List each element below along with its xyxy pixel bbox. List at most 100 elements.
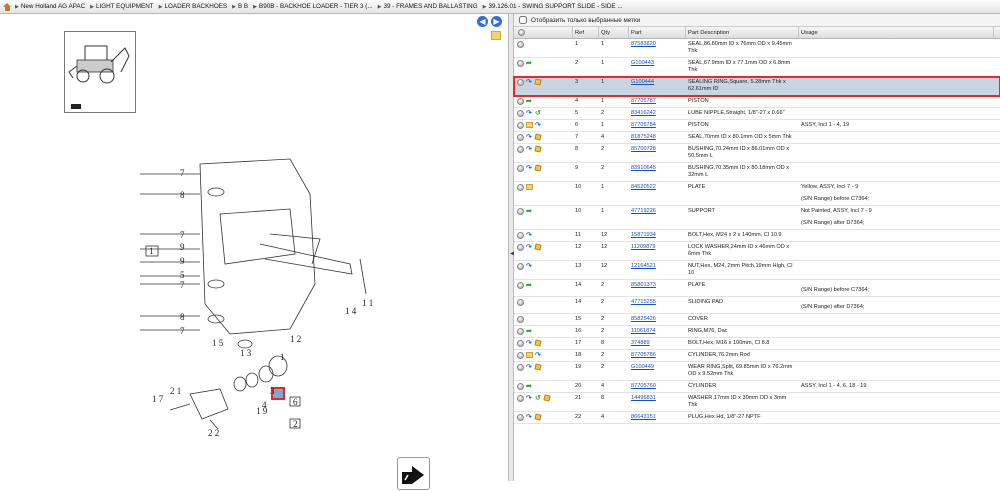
table-row[interactable]: ↷ 13 12 12164521 NUT,Hex, M24, 2mm Pitch,19m…: [514, 261, 1000, 280]
info-circle-icon[interactable]: [517, 395, 524, 402]
header-icons[interactable]: [514, 27, 573, 38]
table-row[interactable]: ↷ 22 4 86643151 PLUG,Hex Hd, 1/8"-27 NPTF: [514, 412, 1000, 424]
blue-arrow-icon[interactable]: ↷: [526, 165, 533, 172]
breadcrumb-item[interactable]: B90B - BACKHOE LOADER - TIER 3 (...: [259, 3, 373, 10]
part-cell[interactable]: 84520522: [629, 182, 686, 205]
table-row[interactable]: 15 2 85825426 COVER: [514, 314, 1000, 326]
blue-arrow-icon[interactable]: ↷: [526, 244, 533, 251]
package-icon[interactable]: [534, 164, 542, 172]
table-row[interactable]: ➦ 20 4 87705760 CYLINDER ASSY, Incl 1 - 4, 6,…: [514, 381, 1000, 393]
table-row[interactable]: ↷ 6 1 87705784 PISTON ASSY, Incl 1 - 4, 19: [514, 120, 1000, 132]
part-number-link[interactable]: 81875248: [631, 134, 656, 140]
part-number-link[interactable]: 85825426: [631, 316, 656, 322]
table-row[interactable]: ➦ 14 2 85801373 PLATE (S/N Range) before C736…: [514, 280, 1000, 297]
part-cell[interactable]: 374889: [629, 338, 686, 349]
info-circle-icon[interactable]: [517, 316, 524, 323]
green-arrow-icon[interactable]: ➦: [526, 328, 533, 335]
package-icon[interactable]: [534, 413, 542, 421]
info-circle-icon[interactable]: [517, 79, 524, 86]
blue-arrow-icon[interactable]: ↷: [526, 146, 533, 153]
part-cell[interactable]: 81875248: [629, 132, 686, 143]
package-icon[interactable]: [534, 145, 542, 153]
folder-icon[interactable]: [526, 352, 533, 358]
part-number-link[interactable]: 374889: [631, 340, 650, 346]
part-number-link[interactable]: 47719226: [631, 208, 656, 214]
back-arrow-icon[interactable]: ◀: [477, 16, 488, 27]
info-circle-icon[interactable]: [517, 146, 524, 153]
table-row[interactable]: ➦ 10 1 47719226 SUPPORT Not Painted, ASSY, In…: [514, 206, 1000, 230]
green-cycle-icon[interactable]: ↺: [535, 395, 542, 402]
part-cell[interactable]: 87583820: [629, 39, 686, 57]
part-number-link[interactable]: G100443: [631, 60, 654, 66]
table-row[interactable]: ➦ 16 2 11061874 RING,M76, Dac: [514, 326, 1000, 338]
part-cell[interactable]: 47715255: [629, 297, 686, 313]
part-cell[interactable]: 85801373: [629, 280, 686, 296]
part-number-link[interactable]: 12164521: [631, 263, 656, 269]
export-arrow-button[interactable]: [397, 457, 430, 490]
table-row[interactable]: ↷ ↺ 21 8 14496831 WASHER,17mm ID x 30mm OD x …: [514, 393, 1000, 412]
blue-arrow-icon[interactable]: ↷: [526, 414, 533, 421]
part-cell[interactable]: 14496831: [629, 393, 686, 411]
blue-arrow-icon[interactable]: ↷: [526, 134, 533, 141]
header-part[interactable]: Part: [629, 27, 686, 38]
info-circle-icon[interactable]: [517, 328, 524, 335]
info-circle-icon[interactable]: [517, 364, 524, 371]
breadcrumb-item[interactable]: B B: [238, 3, 248, 10]
part-number-link[interactable]: 87583820: [631, 41, 656, 47]
blue-arrow-icon[interactable]: ↷: [526, 79, 533, 86]
info-circle-icon[interactable]: [517, 340, 524, 347]
part-cell[interactable]: 87705760: [629, 381, 686, 392]
table-row[interactable]: ↷ 9 2 83910645 BUSHING,70.35mm ID x 80.18mm …: [514, 163, 1000, 182]
package-icon[interactable]: [534, 243, 542, 251]
info-circle-icon[interactable]: [517, 232, 524, 239]
part-number-link[interactable]: 15871934: [631, 232, 656, 238]
info-circle-icon[interactable]: [517, 299, 524, 306]
header-ref[interactable]: Ref: [573, 27, 599, 38]
table-row[interactable]: ↷ 17 8 374889 BOLT,Hex, M16 x 100mm, Cl 8.8: [514, 338, 1000, 350]
home-icon[interactable]: [3, 2, 12, 11]
breadcrumb-item[interactable]: LOADER BACKHOES: [164, 3, 227, 10]
green-arrow-icon[interactable]: ➦: [526, 208, 533, 215]
info-circle-icon[interactable]: [517, 383, 524, 390]
blue-arrow-icon[interactable]: ↷: [535, 352, 542, 359]
exploded-parts-diagram[interactable]: 787 995 787 1 51 31 2 1 41 11 341 9 1 72…: [140, 154, 390, 454]
part-number-link[interactable]: 87705784: [631, 122, 656, 128]
part-cell[interactable]: 86643151: [629, 412, 686, 423]
info-circle-icon[interactable]: [517, 263, 524, 270]
green-arrow-icon[interactable]: ➦: [526, 60, 533, 67]
info-circle-icon[interactable]: [517, 184, 524, 191]
table-row[interactable]: ↷ 3 1 G100444 SEALING RING,Square, 5.28mm Th…: [513, 76, 1000, 97]
machine-thumbnail[interactable]: [64, 31, 136, 113]
table-row[interactable]: ➦ 2 1 G100443 SEAL,67.9mm ID x 77.1mm OD x 6…: [514, 58, 1000, 77]
part-number-link[interactable]: G100449: [631, 364, 654, 370]
settings-circle-icon[interactable]: [518, 29, 525, 36]
header-qty[interactable]: Qty: [599, 27, 629, 38]
part-number-link[interactable]: 86643151: [631, 414, 656, 420]
part-number-link[interactable]: 47715255: [631, 299, 656, 305]
part-number-link[interactable]: 84520522: [631, 184, 656, 190]
info-circle-icon[interactable]: [517, 110, 524, 117]
part-cell[interactable]: 11209879: [629, 242, 686, 260]
selected-only-checkbox[interactable]: [519, 16, 527, 24]
part-number-link[interactable]: 11209879: [631, 244, 655, 250]
part-cell[interactable]: 12164521: [629, 261, 686, 279]
info-circle-icon[interactable]: [517, 98, 524, 105]
info-circle-icon[interactable]: [517, 244, 524, 251]
part-cell[interactable]: 83416242: [629, 108, 686, 119]
table-row[interactable]: ↷ 11 12 15871934 BOLT,Hex, M24 x 2 x 140mm, …: [514, 230, 1000, 242]
info-circle-icon[interactable]: [517, 352, 524, 359]
table-row[interactable]: ↷ 7 4 81875248 SEAL,70mm ID x 80.1mm OD x 5m…: [514, 132, 1000, 144]
table-row[interactable]: ↷ 19 2 G100449 WEAR RING,Split, 69.85mm ID x…: [514, 362, 1000, 381]
package-icon[interactable]: [534, 78, 542, 86]
info-circle-icon[interactable]: [517, 282, 524, 289]
part-cell[interactable]: 87705784: [629, 120, 686, 131]
part-number-link[interactable]: 11061874: [631, 328, 655, 334]
breadcrumb-item[interactable]: 39.126.01 - SWING SUPPORT SLIDE - SIDE .…: [488, 3, 622, 10]
part-cell[interactable]: G100449: [629, 362, 686, 380]
part-number-link[interactable]: G100444: [631, 79, 654, 85]
header-description[interactable]: Part Description: [686, 27, 799, 38]
table-row[interactable]: ↷ ↺ 5 2 83416242 LUBE NIPPLE,Straight, 1/8"-2…: [514, 108, 1000, 120]
blue-arrow-icon[interactable]: ↷: [526, 364, 533, 371]
part-cell[interactable]: 47719226: [629, 206, 686, 229]
part-number-link[interactable]: 87705786: [631, 352, 656, 358]
